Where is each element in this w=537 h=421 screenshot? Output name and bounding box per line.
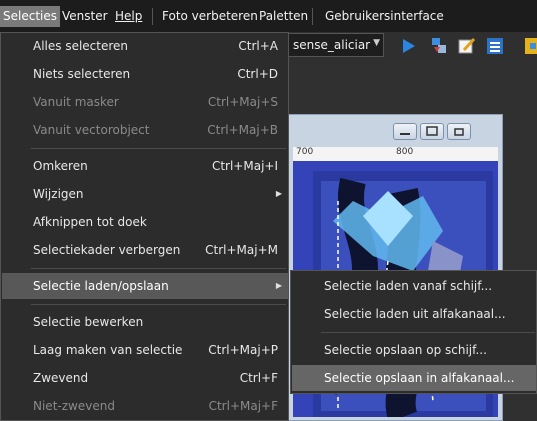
menu-item-omkeren[interactable]: Omkeren Ctrl+Maj+I bbox=[2, 153, 288, 179]
ruler-tick-label: 800 bbox=[396, 147, 414, 157]
script-list-icon[interactable] bbox=[484, 35, 506, 57]
menu-item-label: Zwevend bbox=[33, 371, 89, 385]
menu-foto-verbeteren[interactable]: Foto verbeteren bbox=[159, 6, 261, 27]
submenu-item-label: Selectie laden vanaf schijf... bbox=[324, 279, 493, 293]
menu-item-shortcut: Ctrl+F bbox=[239, 371, 278, 385]
submenu-item-opslaan-in-alfakanaal[interactable]: Selectie opslaan in alfakanaal... bbox=[292, 365, 536, 391]
menu-item-label: Selectie bewerken bbox=[33, 315, 144, 329]
menu-item-shortcut: Ctrl+Maj+B bbox=[207, 123, 278, 137]
menu-item-afknippen-tot-doek[interactable]: Afknippen tot doek bbox=[2, 209, 288, 235]
menu-item-label: Niets selecteren bbox=[33, 67, 131, 81]
menu-item-shortcut: Ctrl+A bbox=[238, 39, 278, 53]
menu-separator bbox=[152, 8, 153, 25]
menu-item-label: Wijzigen bbox=[33, 187, 84, 201]
menu-separator bbox=[312, 8, 313, 25]
menu-item-selectiekader-verbergen[interactable]: Selectiekader verbergen Ctrl+Maj+M bbox=[2, 237, 288, 263]
menu-item-label: Vanuit masker bbox=[33, 95, 119, 109]
restore-button[interactable] bbox=[447, 123, 471, 140]
menu-item-zwevend[interactable]: Zwevend Ctrl+F bbox=[2, 365, 288, 391]
horizontal-ruler: 700 800 bbox=[293, 147, 498, 162]
minimize-button[interactable] bbox=[393, 123, 417, 140]
menu-item-selectie-bewerken[interactable]: Selectie bewerken bbox=[2, 309, 288, 335]
menu-item-shortcut: Ctrl+Maj+P bbox=[208, 343, 278, 357]
menu-item-shortcut: Ctrl+D bbox=[237, 67, 278, 81]
menu-item-label: Selectiekader verbergen bbox=[33, 243, 181, 257]
menu-item-vanuit-masker[interactable]: Vanuit masker Ctrl+Maj+S bbox=[2, 89, 288, 115]
menu-item-label: Alles selecteren bbox=[33, 39, 129, 53]
edit-script-icon[interactable] bbox=[456, 35, 478, 57]
script-tools-icon[interactable] bbox=[428, 35, 450, 57]
submenu-item-label: Selectie opslaan in alfakanaal... bbox=[324, 371, 515, 385]
menu-item-shortcut: Ctrl+Maj+S bbox=[207, 95, 278, 109]
menu-item-label: Laag maken van selectie bbox=[33, 343, 183, 357]
menu-item-shortcut: Ctrl+Maj+I bbox=[211, 159, 278, 173]
menu-separator bbox=[321, 332, 535, 333]
selecties-menu: Alles selecteren Ctrl+A Niets selecteren… bbox=[0, 32, 289, 421]
submenu-item-label: Selectie laden uit alfakanaal... bbox=[324, 307, 506, 321]
chevron-right-icon: ▶ bbox=[275, 281, 282, 290]
menu-item-laag-maken-van-selectie[interactable]: Laag maken van selectie Ctrl+Maj+P bbox=[2, 337, 288, 363]
toolbar: sense_aliciar ▼ bbox=[288, 32, 537, 61]
preset-combo[interactable]: sense_aliciar ▼ bbox=[288, 33, 384, 57]
menu-item-vanuit-vectorobject[interactable]: Vanuit vectorobject Ctrl+Maj+B bbox=[2, 117, 288, 143]
menu-bar: Selecties Venster Help Foto verbeteren P… bbox=[0, 0, 537, 32]
menu-selecties[interactable]: Selecties bbox=[0, 6, 60, 27]
ruler-tick-label: 700 bbox=[296, 147, 314, 157]
menu-item-label: Niet-zwevend bbox=[33, 399, 115, 413]
menu-item-alles-selecteren[interactable]: Alles selecteren Ctrl+A bbox=[2, 33, 288, 59]
preset-combo-value: sense_aliciar bbox=[293, 38, 371, 52]
menu-item-niets-selecteren[interactable]: Niets selecteren Ctrl+D bbox=[2, 61, 288, 87]
maximize-button[interactable] bbox=[420, 123, 444, 140]
menu-gebruikersinterface[interactable]: Gebruikersinterface bbox=[322, 6, 447, 27]
menu-separator bbox=[31, 148, 286, 149]
menu-separator bbox=[31, 304, 286, 305]
menu-item-selectie-laden-opslaan[interactable]: Selectie laden/opslaan ▶ bbox=[2, 273, 288, 299]
menu-paletten[interactable]: Paletten bbox=[256, 6, 311, 27]
submenu-item-opslaan-op-schijf[interactable]: Selectie opslaan op schijf... bbox=[292, 337, 536, 363]
menu-help[interactable]: Help bbox=[112, 6, 145, 27]
menu-item-label: Selectie laden/opslaan bbox=[33, 279, 169, 293]
menu-item-wijzigen[interactable]: Wijzigen ▶ bbox=[2, 181, 288, 207]
submenu-item-label: Selectie opslaan op schijf... bbox=[324, 343, 487, 357]
submenu-item-laden-vanaf-schijf[interactable]: Selectie laden vanaf schijf... bbox=[292, 273, 536, 299]
menu-item-shortcut: Ctrl+Maj+F bbox=[208, 399, 278, 413]
palette-icon[interactable] bbox=[524, 35, 537, 57]
menu-venster[interactable]: Venster bbox=[59, 6, 111, 27]
selectie-laden-opslaan-submenu: Selectie laden vanaf schijf... Selectie … bbox=[290, 270, 537, 394]
menu-item-label: Omkeren bbox=[33, 159, 88, 173]
submenu-item-laden-uit-alfakanaal[interactable]: Selectie laden uit alfakanaal... bbox=[292, 301, 536, 327]
menu-item-label: Afknippen tot doek bbox=[33, 215, 147, 229]
menu-separator bbox=[31, 268, 286, 269]
chevron-down-icon: ▼ bbox=[373, 38, 380, 48]
menu-item-shortcut: Ctrl+Maj+M bbox=[205, 243, 278, 257]
menu-item-label: Vanuit vectorobject bbox=[33, 123, 150, 137]
play-icon[interactable] bbox=[398, 35, 420, 57]
chevron-right-icon: ▶ bbox=[275, 189, 282, 198]
menu-item-niet-zwevend[interactable]: Niet-zwevend Ctrl+Maj+F bbox=[2, 393, 288, 419]
